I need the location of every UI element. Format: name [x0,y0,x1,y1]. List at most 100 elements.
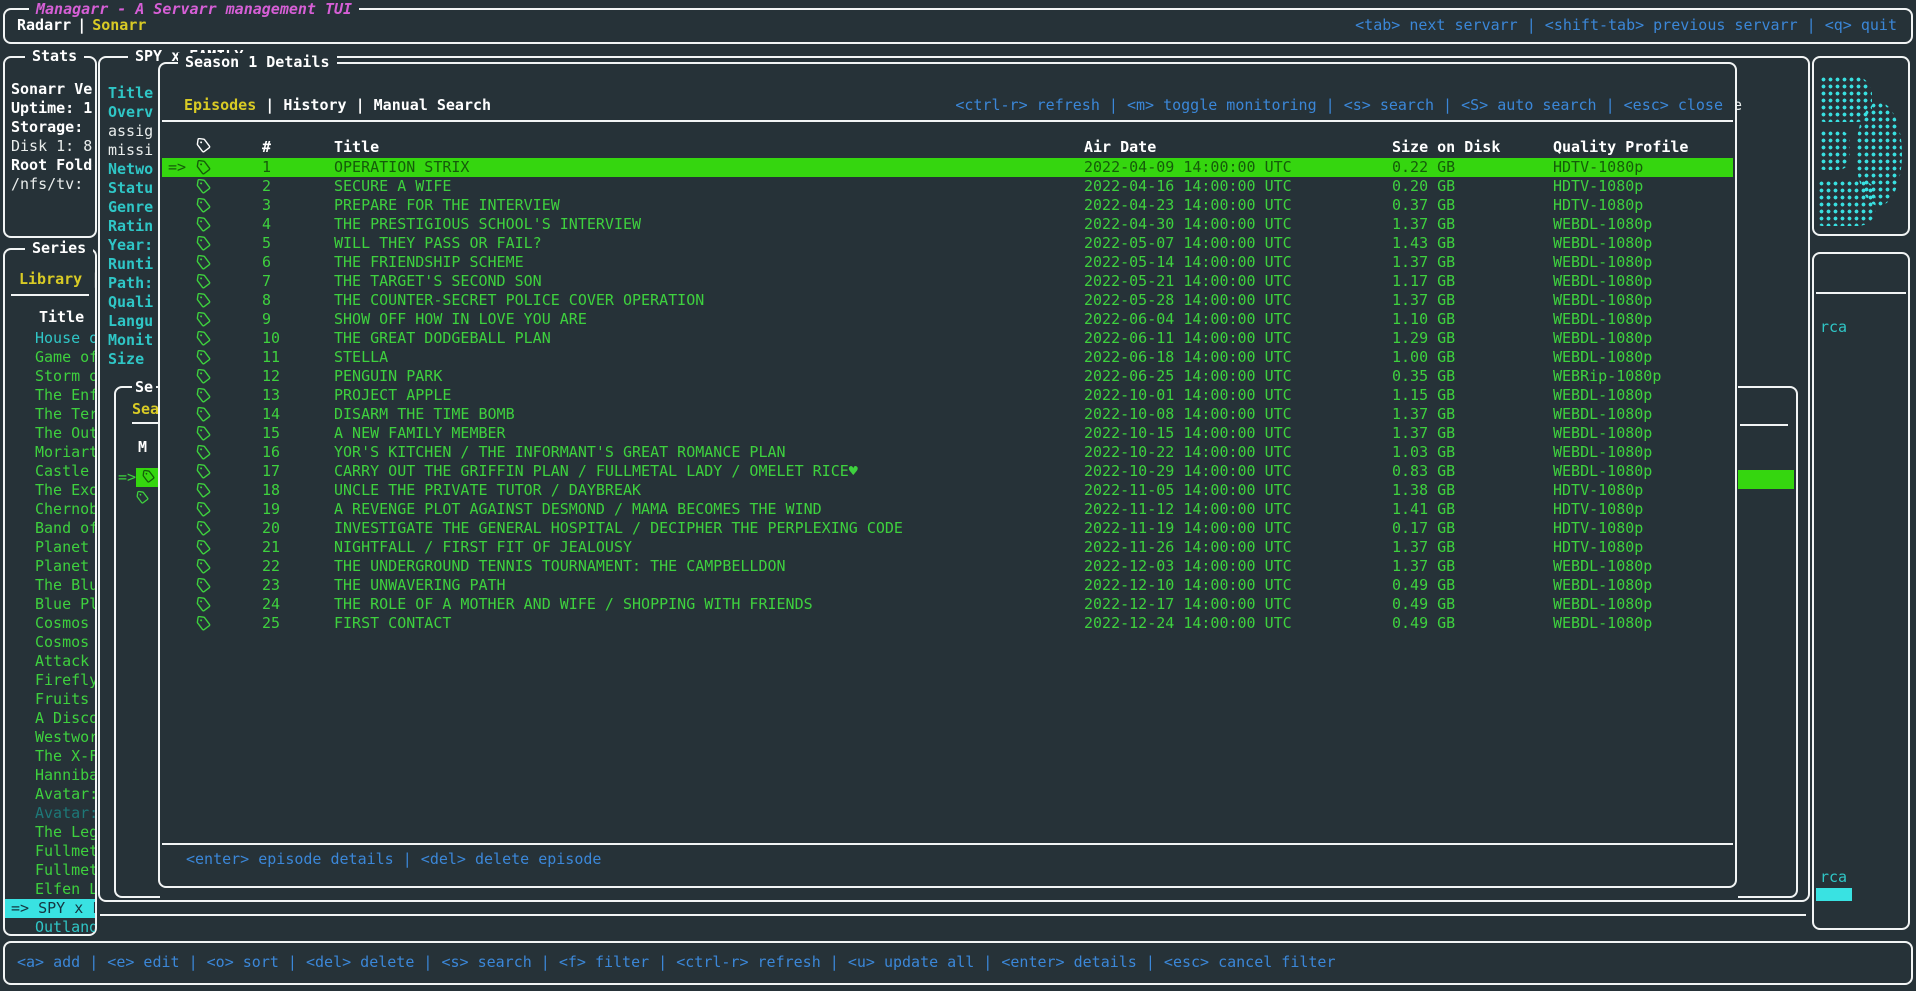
series-list-item[interactable]: House o [5,329,95,348]
series-list-item[interactable]: The Exo [5,481,95,500]
series-list-item[interactable]: Moriart [5,443,95,462]
episode-number: 16 [262,443,334,462]
series-list-item[interactable]: The X-F [5,747,95,766]
series-list-item[interactable]: Firefly [5,671,95,690]
season-row-fragment[interactable] [136,490,149,509]
selected-season-row-fragment[interactable] [136,468,160,487]
series-item-label: Chernob [35,500,95,518]
episode-row[interactable]: 9 SHOW OFF HOW IN LOVE YOU ARE 2022-06-0… [162,310,1733,329]
series-list-item[interactable]: Cosmos [5,633,95,652]
episode-row[interactable]: 21 NIGHTFALL / FIRST FIT OF JEALOUSY 202… [162,538,1733,557]
series-list-item[interactable]: The Out [5,424,95,443]
series-list-item[interactable]: The Ter [5,405,95,424]
monitored-tag [196,217,262,232]
monitored-tag [196,464,262,479]
episode-row[interactable]: 22 THE UNDERGROUND TENNIS TOURNAMENT: TH… [162,557,1733,576]
series-list-item[interactable]: A Disco [5,709,95,728]
tab-episodes[interactable]: Episodes [184,96,256,114]
series-item-label: Hanniba [35,766,95,784]
series-list-item[interactable]: Fruits [5,690,95,709]
series-list-item[interactable]: Castle [5,462,95,481]
episode-title: THE PRESTIGIOUS SCHOOL'S INTERVIEW [334,215,1084,234]
episode-row[interactable]: 16 YOR'S KITCHEN / THE INFORMANT'S GREAT… [162,443,1733,462]
series-detail-field-label: Netwo [108,160,160,179]
tag-icon [196,445,212,460]
episode-row[interactable]: 15 A NEW FAMILY MEMBER 2022-10-15 14:00:… [162,424,1733,443]
episode-row[interactable]: 4 THE PRESTIGIOUS SCHOOL'S INTERVIEW 202… [162,215,1733,234]
series-list-item[interactable]: The Leg [5,823,95,842]
episode-number: 23 [262,576,334,595]
episode-air-date: 2022-12-10 14:00:00 UTC [1084,576,1392,595]
episode-row[interactable]: 19 A REVENGE PLOT AGAINST DESMOND / MAMA… [162,500,1733,519]
series-list-item[interactable]: Planet [5,557,95,576]
episode-row[interactable]: 6 THE FRIENDSHIP SCHEME 2022-05-14 14:00… [162,253,1733,272]
episode-size: 0.49 GB [1392,595,1553,614]
episode-row[interactable]: 17 CARRY OUT THE GRIFFIN PLAN / FULLMETA… [162,462,1733,481]
series-list-item[interactable]: Storm o [5,367,95,386]
monitored-tag [196,236,262,251]
episode-title: THE UNDERGROUND TENNIS TOURNAMENT: THE C… [334,557,1084,576]
episode-row[interactable]: 14 DISARM THE TIME BOMB 2022-10-08 14:00… [162,405,1733,424]
episode-row[interactable]: 25 FIRST CONTACT 2022-12-24 14:00:00 UTC… [162,614,1733,633]
series-list-item[interactable]: Attack [5,652,95,671]
episode-air-date: 2022-12-17 14:00:00 UTC [1084,595,1392,614]
episode-size: 0.37 GB [1392,196,1553,215]
series-list-item[interactable]: The Blu [5,576,95,595]
tab-manual-search[interactable]: Manual Search [374,96,491,114]
episode-number: 12 [262,367,334,386]
bottom-keybind-help: <a> add | <e> edit | <o> sort | <del> de… [17,953,1336,972]
series-item-label: The Exo [35,481,95,499]
series-list-item[interactable]: => SPY x F [5,899,95,918]
episode-title: THE COUNTER-SECRET POLICE COVER OPERATIO… [334,291,1084,310]
tab-seasons-fragment[interactable]: Sea [132,400,159,418]
tab-radarr[interactable]: Radarr [17,16,71,34]
episode-row[interactable]: 5 WILL THEY PASS OR FAIL? 2022-05-07 14:… [162,234,1733,253]
tab-history[interactable]: History [283,96,346,114]
series-list-item[interactable]: Avatar: [5,785,95,804]
episode-row[interactable]: 18 UNCLE THE PRIVATE TUTOR / DAYBREAK 20… [162,481,1733,500]
episode-air-date: 2022-10-01 14:00:00 UTC [1084,386,1392,405]
episode-air-date: 2022-11-05 14:00:00 UTC [1084,481,1392,500]
series-list-item[interactable]: Westwor [5,728,95,747]
tag-icon [196,274,212,289]
episode-row[interactable]: 2 SECURE A WIFE 2022-04-16 14:00:00 UTC … [162,177,1733,196]
series-list-item[interactable]: Hanniba [5,766,95,785]
series-list-item[interactable]: Cosmos [5,614,95,633]
series-list-item[interactable]: Planet [5,538,95,557]
episode-size: 1.00 GB [1392,348,1553,367]
episode-row[interactable]: 20 INVESTIGATE THE GENERAL HOSPITAL / DE… [162,519,1733,538]
monitored-tag [196,274,262,289]
series-list-item[interactable]: Blue Pl [5,595,95,614]
monitored-tag [196,559,262,574]
series-list-item[interactable]: Outland [5,918,95,934]
episode-number: 8 [262,291,334,310]
episode-row[interactable]: => 1 OPERATION STRIX 2022-04-09 14:00:00… [162,158,1733,177]
series-list-item[interactable]: The Enf [5,386,95,405]
episode-row[interactable]: 3 PREPARE FOR THE INTERVIEW 2022-04-23 1… [162,196,1733,215]
series-list-item[interactable]: Elfen L [5,880,95,899]
episode-size: 1.03 GB [1392,443,1553,462]
series-list-item[interactable]: Fullmet [5,861,95,880]
episode-row[interactable]: 13 PROJECT APPLE 2022-10-01 14:00:00 UTC… [162,386,1733,405]
stat-line: /nfs/tv: 1 [11,175,93,194]
episode-row[interactable]: 11 STELLA 2022-06-18 14:00:00 UTC 1.00 G… [162,348,1733,367]
episode-quality: HDTV-1080p [1553,481,1733,500]
series-list-item[interactable]: Band of [5,519,95,538]
episode-row[interactable]: 12 PENGUIN PARK 2022-06-25 14:00:00 UTC … [162,367,1733,386]
series-list-item[interactable]: Fullmet [5,842,95,861]
stat-line: Root Folde [11,156,93,175]
episode-quality: WEBDL-1080p [1553,253,1733,272]
tab-sonarr[interactable]: Sonarr [92,16,146,34]
episode-row[interactable]: 10 THE GREAT DODGEBALL PLAN 2022-06-11 1… [162,329,1733,348]
stats-lines: Sonarr VerUptime: 17Storage:Disk 1: 80Ro… [11,80,93,194]
series-list-item[interactable]: Avatar: [5,804,95,823]
episode-row[interactable]: 8 THE COUNTER-SECRET POLICE COVER OPERAT… [162,291,1733,310]
series-item-label: Game of [35,348,95,366]
series-list-item[interactable]: Chernob [5,500,95,519]
episode-row[interactable]: 24 THE ROLE OF A MOTHER AND WIFE / SHOPP… [162,595,1733,614]
episode-row[interactable]: 7 THE TARGET'S SECOND SON 2022-05-21 14:… [162,272,1733,291]
series-list-item[interactable]: Game of [5,348,95,367]
episode-row[interactable]: 23 THE UNWAVERING PATH 2022-12-10 14:00:… [162,576,1733,595]
tab-library[interactable]: Library [19,270,82,288]
episode-number: 4 [262,215,334,234]
